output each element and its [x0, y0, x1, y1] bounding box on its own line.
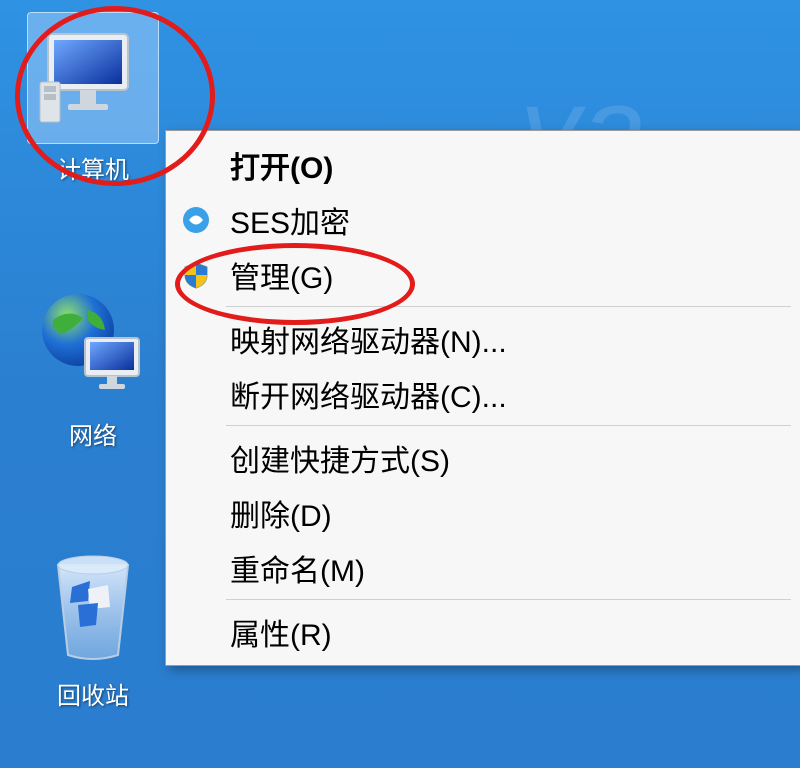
desktop-icon-label: 计算机: [18, 150, 168, 185]
blank-icon: [166, 145, 226, 185]
menu-item-map-network-drive[interactable]: 映射网络驱动器(N)...: [166, 311, 800, 366]
desktop-icon-recycle-bin[interactable]: 回收站: [18, 540, 168, 711]
blank-icon: [166, 319, 226, 359]
blank-icon: [166, 438, 226, 478]
blank-icon: [166, 493, 226, 533]
menu-item-ses-encrypt[interactable]: SES加密: [166, 192, 800, 247]
shield-icon: [166, 255, 226, 295]
menu-item-label: 删除(D): [226, 491, 800, 535]
menu-item-label: 属性(R): [226, 610, 800, 654]
menu-item-label: 打开(O): [226, 143, 800, 187]
desktop-icon-label: 回收站: [18, 676, 168, 711]
menu-item-manage[interactable]: 管理(G): [166, 247, 800, 302]
menu-item-disconnect-network-drive[interactable]: 断开网络驱动器(C)...: [166, 366, 800, 421]
blank-icon: [166, 374, 226, 414]
menu-item-label: 管理(G): [226, 253, 800, 297]
network-icon: [28, 280, 158, 410]
menu-item-label: 创建快捷方式(S): [226, 436, 800, 480]
menu-item-label: 映射网络驱动器(N)...: [226, 317, 800, 361]
menu-item-delete[interactable]: 删除(D): [166, 485, 800, 540]
menu-separator: [226, 599, 791, 600]
menu-separator: [226, 425, 791, 426]
desktop-icon-label: 网络: [18, 416, 168, 451]
blank-icon: [166, 612, 226, 652]
desktop-icon-network[interactable]: 网络: [18, 280, 168, 451]
recycle-bin-icon: [28, 540, 158, 670]
menu-item-open[interactable]: 打开(O): [166, 137, 800, 192]
menu-item-rename[interactable]: 重命名(M): [166, 540, 800, 595]
menu-separator: [226, 306, 791, 307]
menu-item-label: 断开网络驱动器(C)...: [226, 372, 800, 416]
computer-icon: [27, 12, 159, 144]
menu-item-properties[interactable]: 属性(R): [166, 604, 800, 659]
menu-item-label: 重命名(M): [226, 546, 800, 590]
blank-icon: [166, 548, 226, 588]
ses-icon: [166, 200, 226, 240]
context-menu: 打开(O) SES加密 管理(G) 映射网络驱动器(N)...: [165, 130, 800, 666]
menu-item-create-shortcut[interactable]: 创建快捷方式(S): [166, 430, 800, 485]
desktop-icon-computer[interactable]: 计算机: [18, 12, 168, 185]
menu-item-label: SES加密: [226, 198, 800, 242]
